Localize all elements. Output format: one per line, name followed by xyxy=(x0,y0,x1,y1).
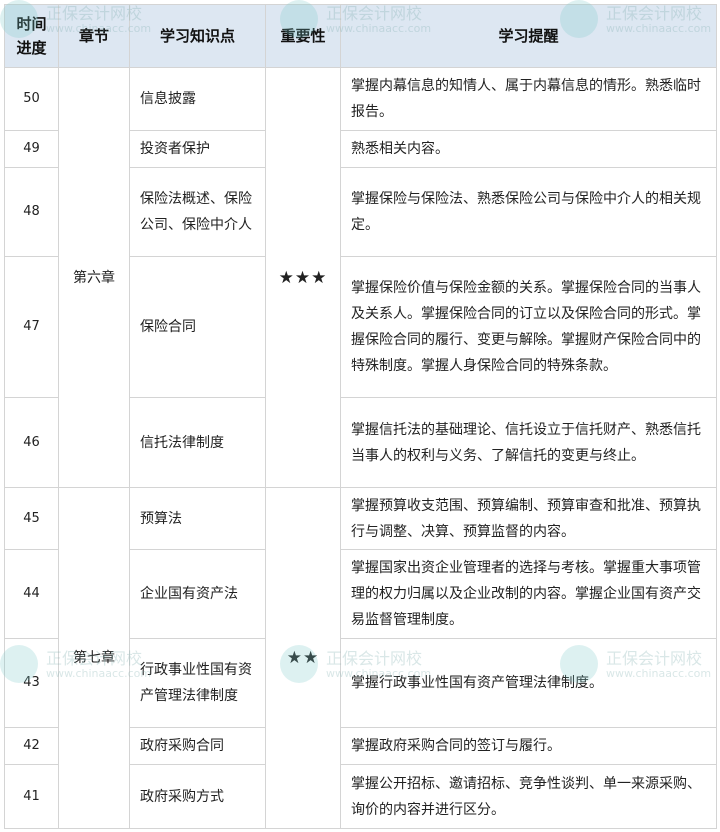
header-time: 时间进度 xyxy=(4,4,59,68)
row-number: 50 xyxy=(4,67,59,131)
study-tip: 掌握保险与保险法、熟悉保险公司与保险中介人的相关规定。 xyxy=(340,167,717,257)
study-tip: 掌握国家出资企业管理者的选择与考核。掌握重大事项管理的权力归属以及企业改制的内容… xyxy=(340,549,717,639)
chapter-cell: 第七章 xyxy=(58,487,130,829)
row-number: 47 xyxy=(4,256,59,398)
study-tip: 掌握公开招标、邀请招标、竞争性谈判、单一来源采购、询价的内容并进行区分。 xyxy=(340,764,717,829)
header-chapter: 章节 xyxy=(58,4,130,68)
header-point: 学习知识点 xyxy=(129,4,266,68)
header-importance: 重要性 xyxy=(265,4,341,68)
knowledge-point: 保险合同 xyxy=(129,256,266,398)
knowledge-point: 政府采购方式 xyxy=(129,764,266,829)
study-tip: 掌握行政事业性国有资产管理法律制度。 xyxy=(340,638,717,728)
study-tip: 掌握内幕信息的知情人、属于内幕信息的情形。熟悉临时报告。 xyxy=(340,67,717,131)
row-number: 49 xyxy=(4,130,59,168)
row-number: 46 xyxy=(4,397,59,488)
row-number: 45 xyxy=(4,487,59,550)
knowledge-point: 信托法律制度 xyxy=(129,397,266,488)
row-number: 42 xyxy=(4,727,59,765)
table-row: 45 第七章 预算法 ★★ 掌握预算收支范围、预算编制、预算审查和批准、预算执行… xyxy=(4,487,717,829)
knowledge-point: 信息披露 xyxy=(129,67,266,131)
row-number: 48 xyxy=(4,167,59,257)
knowledge-point: 投资者保护 xyxy=(129,130,266,168)
study-plan-table: 时间进度 章节 学习知识点 重要性 学习提醒 50 第六章 信息披露 ★★★ 掌… xyxy=(4,4,717,829)
header-tip: 学习提醒 xyxy=(340,4,717,68)
study-tip: 熟悉相关内容。 xyxy=(340,130,717,168)
study-tip: 掌握预算收支范围、预算编制、预算审查和批准、预算执行与调整、决算、预算监督的内容… xyxy=(340,487,717,550)
study-tip: 掌握保险价值与保险金额的关系。掌握保险合同的当事人及关系人。掌握保险合同的订立以… xyxy=(340,256,717,398)
knowledge-point: 政府采购合同 xyxy=(129,727,266,765)
row-number: 41 xyxy=(4,764,59,829)
row-number: 43 xyxy=(4,638,59,728)
row-number: 44 xyxy=(4,549,59,639)
knowledge-point: 行政事业性国有资产管理法律制度 xyxy=(129,638,266,728)
study-tip: 掌握信托法的基础理论、信托设立于信托财产、熟悉信托当事人的权利与义务、了解信托的… xyxy=(340,397,717,488)
study-tip: 掌握政府采购合同的签订与履行。 xyxy=(340,727,717,765)
header-row: 时间进度 章节 学习知识点 重要性 学习提醒 xyxy=(4,4,717,68)
knowledge-point: 企业国有资产法 xyxy=(129,549,266,639)
importance-stars: ★★ xyxy=(265,487,341,829)
chapter-cell: 第六章 xyxy=(58,67,130,488)
knowledge-point: 预算法 xyxy=(129,487,266,550)
importance-stars: ★★★ xyxy=(265,67,341,488)
knowledge-point: 保险法概述、保险公司、保险中介人 xyxy=(129,167,266,257)
table-row: 50 第六章 信息披露 ★★★ 掌握内幕信息的知情人、属于内幕信息的情形。熟悉临… xyxy=(4,67,717,488)
